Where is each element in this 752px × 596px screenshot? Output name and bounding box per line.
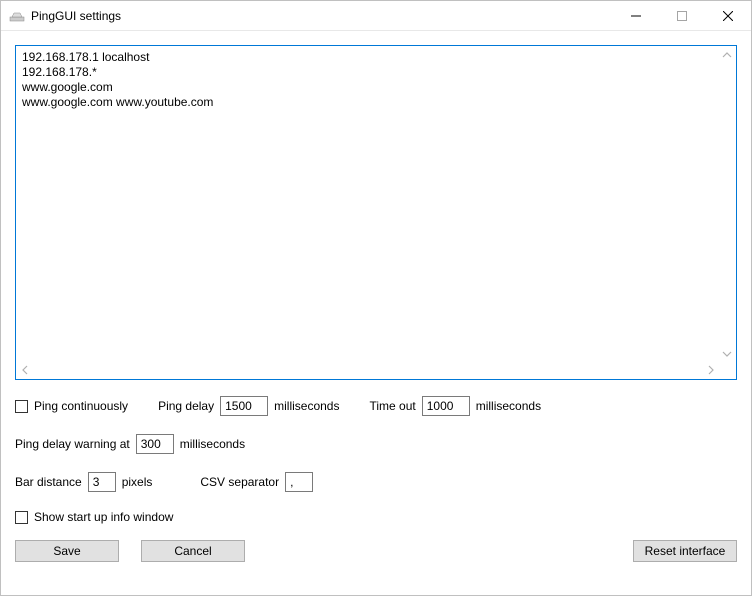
- maximize-button: [659, 1, 705, 31]
- minimize-button[interactable]: [613, 1, 659, 31]
- row-ping-delay-warning: Ping delay warning at milliseconds: [15, 434, 737, 454]
- ping-delay-warning-label: Ping delay warning at: [15, 437, 130, 451]
- scroll-left-icon[interactable]: [16, 365, 34, 378]
- content-area: Ping continuously Ping delay millisecond…: [1, 31, 751, 595]
- window-controls: [613, 1, 751, 31]
- ping-delay-warning-input[interactable]: [136, 434, 174, 454]
- ping-delay-unit: milliseconds: [274, 399, 339, 413]
- scroll-up-icon[interactable]: [720, 48, 734, 62]
- ping-continuously-checkbox[interactable]: [15, 400, 28, 413]
- bar-distance-unit: pixels: [122, 475, 153, 489]
- hosts-textarea-wrap: [15, 45, 737, 380]
- row-ping-settings: Ping continuously Ping delay millisecond…: [15, 396, 737, 416]
- ping-delay-label: Ping delay: [158, 399, 214, 413]
- row-bar-csv: Bar distance pixels CSV separator: [15, 472, 737, 492]
- scroll-right-icon[interactable]: [702, 365, 720, 378]
- row-startup-info: Show start up info window: [15, 510, 737, 524]
- bar-distance-label: Bar distance: [15, 475, 82, 489]
- scroll-down-icon[interactable]: [720, 347, 734, 361]
- cancel-button[interactable]: Cancel: [141, 540, 245, 562]
- ping-delay-input[interactable]: [220, 396, 268, 416]
- titlebar: PingGUI settings: [1, 1, 751, 31]
- window-title: PingGUI settings: [31, 9, 613, 23]
- show-startup-info-label: Show start up info window: [34, 510, 173, 524]
- ping-continuously-label: Ping continuously: [34, 399, 128, 413]
- reset-interface-button[interactable]: Reset interface: [633, 540, 737, 562]
- time-out-unit: milliseconds: [476, 399, 541, 413]
- csv-separator-label: CSV separator: [200, 475, 279, 489]
- ping-delay-warning-unit: milliseconds: [180, 437, 245, 451]
- show-startup-info-checkbox[interactable]: [15, 511, 28, 524]
- horizontal-scrollbar[interactable]: [16, 363, 720, 379]
- close-button[interactable]: [705, 1, 751, 31]
- save-button[interactable]: Save: [15, 540, 119, 562]
- settings-window: PingGUI settings: [0, 0, 752, 596]
- csv-separator-input[interactable]: [285, 472, 313, 492]
- buttons-row: Save Cancel Reset interface: [15, 540, 737, 562]
- time-out-input[interactable]: [422, 396, 470, 416]
- hosts-textarea[interactable]: [16, 46, 736, 379]
- app-icon: [9, 8, 25, 24]
- time-out-label: Time out: [369, 399, 415, 413]
- bar-distance-input[interactable]: [88, 472, 116, 492]
